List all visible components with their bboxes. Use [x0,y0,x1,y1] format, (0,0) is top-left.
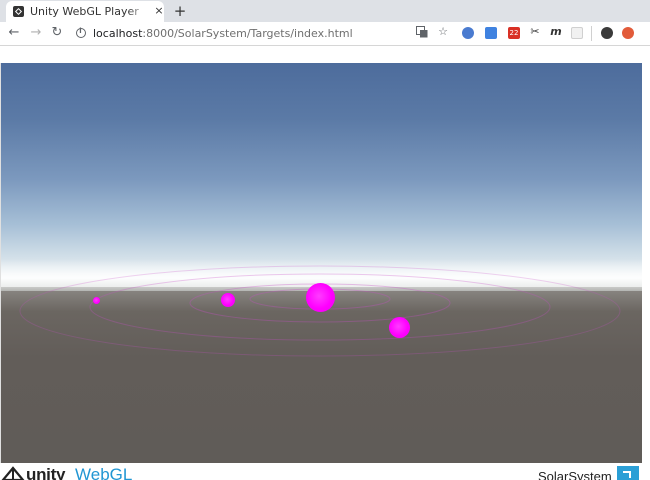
browser-tab[interactable]: Unity WebGL Player | SolarSystem × [6,1,164,22]
toolbar-divider [591,26,592,41]
url-text: localhost:8000/SolarSystem/Targets/index… [93,24,353,43]
unity-favicon-icon [13,6,24,17]
canvas-border [0,63,1,463]
browser-toolbar: ← → ↻ localhost:8000/SolarSystem/Targets… [0,22,650,46]
scissors-icon[interactable]: ✂ [529,26,541,38]
tab-strip: Unity WebGL Player | SolarSystem × + [0,0,650,22]
url-path: :8000/SolarSystem/Targets/index.html [142,27,353,40]
reload-button[interactable]: ↻ [49,25,65,41]
address-bar[interactable]: localhost:8000/SolarSystem/Targets/index… [70,24,458,43]
record-icon[interactable] [622,27,634,39]
profile-avatar-icon[interactable] [601,27,613,39]
tab-title-fade [128,3,148,19]
extension-m-icon[interactable]: m [550,26,562,38]
site-info-icon[interactable] [76,25,86,38]
unity-logo-icon [1,466,25,480]
extension-icon[interactable] [462,27,474,39]
planet-sphere[interactable] [389,317,410,338]
bookmark-star-icon[interactable]: ☆ [437,26,449,38]
url-host: localhost [93,27,143,40]
tab-title: Unity WebGL Player | SolarSystem [30,5,140,18]
tab-close-icon[interactable]: × [153,4,165,18]
gmail-badge: 22 [509,29,519,37]
fullscreen-button[interactable] [617,466,639,480]
build-title: SolarSystem [538,469,612,480]
gmail-icon[interactable]: 22 [508,27,520,39]
forward-button[interactable]: → [28,25,44,41]
extension-icon[interactable] [571,27,583,39]
translate-icon[interactable] [416,26,428,38]
planet-sphere[interactable] [221,293,235,307]
sun-sphere[interactable] [306,283,335,312]
extension-icon[interactable] [485,27,497,39]
webgl-footer: unity WebGL SolarSystem [0,463,650,480]
unity-canvas[interactable] [0,63,642,463]
planet-sphere[interactable] [93,297,100,304]
webgl-brand-text: WebGL [75,465,133,480]
page-margin [642,63,650,463]
back-button[interactable]: ← [6,25,22,41]
orbit-paths [19,265,621,357]
new-tab-button[interactable]: + [172,2,188,20]
unity-brand-text: unity [26,465,66,480]
